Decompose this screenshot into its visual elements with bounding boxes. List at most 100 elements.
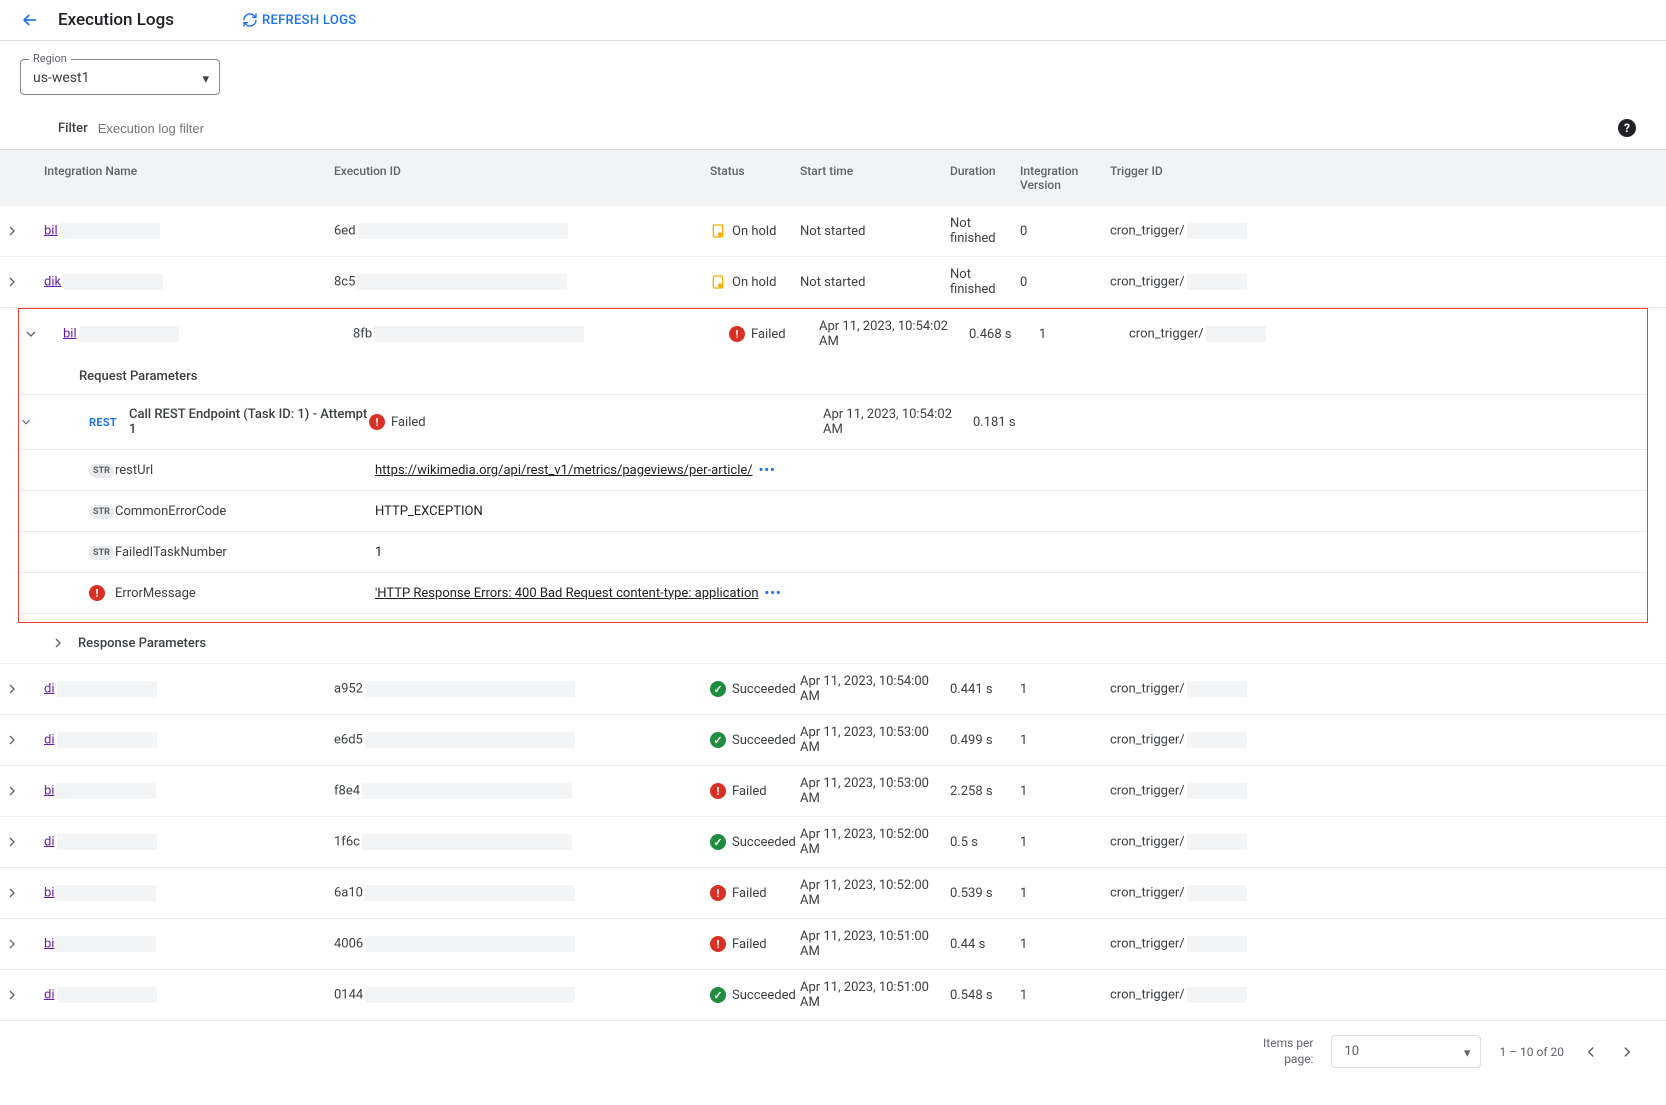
expand-toggle[interactable] (0, 987, 40, 1003)
expand-toggle[interactable] (0, 783, 40, 799)
integration-link[interactable]: bi (44, 783, 54, 798)
chevron-down-icon (19, 415, 33, 429)
masked-text (56, 885, 156, 901)
status-text: Failed (732, 886, 767, 901)
expand-toggle[interactable] (0, 274, 40, 290)
masked-text (1187, 987, 1247, 1003)
param-name: FailedITaskNumber (115, 545, 375, 560)
version: 1 (1016, 835, 1106, 850)
execution-id: 4006 (334, 936, 363, 951)
items-per-page-value: 10 (1344, 1044, 1359, 1059)
param-row: ! ErrorMessage 'HTTP Response Errors: 40… (19, 573, 1647, 614)
expand-toggle[interactable] (0, 732, 40, 748)
integration-link[interactable]: dik (44, 274, 61, 289)
integration-link[interactable]: bil (63, 326, 77, 341)
execution-id: 8c5 (334, 274, 355, 289)
chevron-down-icon: ▾ (1464, 1046, 1471, 1061)
collapse-toggle[interactable] (19, 326, 59, 342)
integration-link[interactable]: di (44, 834, 55, 849)
failed-icon: ! (710, 885, 726, 901)
success-icon: ✓ (710, 987, 726, 1003)
duration: 0.539 s (946, 886, 1016, 901)
version: 1 (1016, 988, 1106, 1003)
start-time: Not started (796, 275, 946, 290)
table-row: bi f8e4 !Failed Apr 11, 2023, 10:53:00 A… (0, 766, 1666, 817)
integration-link[interactable]: di (44, 681, 55, 696)
trigger-id: cron_trigger/ (1110, 834, 1185, 849)
col-trigger: Trigger ID (1106, 164, 1306, 192)
expand-toggle[interactable] (0, 885, 40, 901)
masked-text (57, 834, 157, 850)
status-text: Succeeded (732, 988, 796, 1003)
trigger-id: cron_trigger/ (1129, 326, 1204, 341)
filter-input[interactable] (98, 121, 1608, 136)
masked-text (63, 274, 163, 290)
masked-text (1187, 223, 1247, 239)
table-row: di 0144 ✓Succeeded Apr 11, 2023, 10:51:0… (0, 970, 1666, 1021)
filter-icon (30, 119, 48, 137)
start-time: Apr 11, 2023, 10:53:00 AM (796, 725, 946, 755)
refresh-logs-button[interactable]: REFRESH LOGS (242, 12, 356, 28)
trigger-id: cron_trigger/ (1110, 936, 1185, 951)
region-select[interactable]: Region us-west1 ▾ (20, 59, 220, 95)
chevron-down-icon: ▾ (202, 72, 209, 87)
execution-id: 1f6c (334, 834, 360, 849)
execution-id: 6ed (334, 223, 356, 238)
expand-toggle[interactable] (0, 936, 40, 952)
pagination-range: 1 – 10 of 20 (1499, 1045, 1564, 1059)
version: 0 (1016, 275, 1106, 290)
integration-link[interactable]: di (44, 987, 55, 1002)
table-row: bi 6a10 !Failed Apr 11, 2023, 10:52:00 A… (0, 868, 1666, 919)
prev-page-button[interactable] (1582, 1043, 1600, 1061)
masked-text (57, 732, 157, 748)
table-row: di 1f6c ✓Succeeded Apr 11, 2023, 10:52:0… (0, 817, 1666, 868)
duration: 0.468 s (965, 327, 1035, 342)
trigger-id: cron_trigger/ (1110, 987, 1185, 1002)
next-page-button[interactable] (1618, 1043, 1636, 1061)
failed-icon: ! (710, 936, 726, 952)
masked-text (1187, 681, 1247, 697)
param-value: https://wikimedia.org/api/rest_v1/metric… (375, 463, 753, 478)
region-label: Region (29, 52, 71, 65)
task-row: REST Call REST Endpoint (Task ID: 1) - A… (19, 395, 1647, 450)
status-text: Failed (732, 784, 767, 799)
items-per-page-select[interactable]: 10 ▾ (1331, 1035, 1481, 1068)
masked-text (374, 326, 584, 342)
version: 1 (1035, 327, 1125, 342)
execution-id: f8e4 (334, 783, 360, 798)
more-dots[interactable]: ••• (765, 586, 782, 601)
expand-toggle[interactable] (0, 681, 40, 697)
help-icon[interactable]: ? (1618, 119, 1636, 137)
expand-toggle[interactable] (0, 223, 40, 239)
version: 1 (1016, 886, 1106, 901)
expand-toggle[interactable] (50, 635, 66, 651)
table-row: bi 4006 !Failed Apr 11, 2023, 10:51:00 A… (0, 919, 1666, 970)
integration-link[interactable]: bil (44, 223, 58, 238)
start-time: Apr 11, 2023, 10:51:00 AM (796, 929, 946, 959)
masked-text (60, 223, 160, 239)
rest-badge: REST (89, 416, 117, 429)
more-dots[interactable]: ••• (759, 463, 776, 478)
task-collapse-toggle[interactable] (19, 415, 89, 429)
str-badge: STR (89, 505, 114, 519)
expand-toggle[interactable] (0, 834, 40, 850)
execution-id: a952 (334, 681, 363, 696)
table-row-expanded: bil 8fb !Failed Apr 11, 2023, 10:54:02 A… (19, 309, 1647, 359)
masked-text (56, 783, 156, 799)
integration-link[interactable]: bi (44, 885, 54, 900)
task-start-time: Apr 11, 2023, 10:54:02 AM (819, 407, 969, 437)
back-arrow-icon[interactable] (20, 10, 40, 30)
error-icon: ! (89, 585, 105, 601)
chevron-right-icon (4, 987, 20, 1003)
pagination-bar: Items per page: 10 ▾ 1 – 10 of 20 (0, 1021, 1666, 1082)
table-row: di a952 ✓Succeeded Apr 11, 2023, 10:54:0… (0, 664, 1666, 715)
chevron-down-icon (23, 326, 39, 342)
integration-link[interactable]: bi (44, 936, 54, 951)
integration-link[interactable]: di (44, 732, 55, 747)
masked-text (358, 223, 568, 239)
col-integration: Integration Name (40, 164, 330, 192)
status-text: Succeeded (732, 733, 796, 748)
trigger-id: cron_trigger/ (1110, 783, 1185, 798)
chevron-right-icon (4, 885, 20, 901)
execution-id: 0144 (334, 987, 363, 1002)
